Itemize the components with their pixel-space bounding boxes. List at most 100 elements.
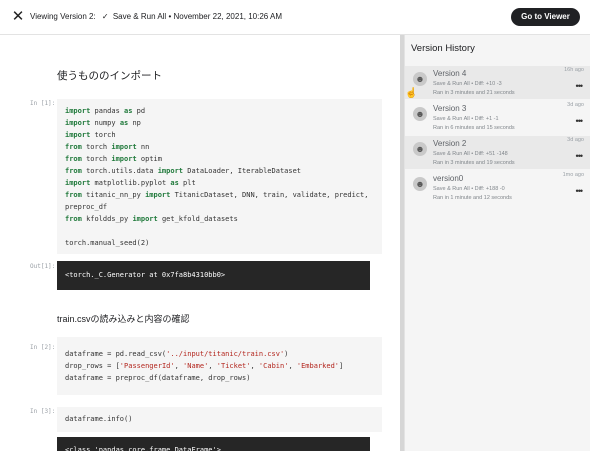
code-text: dataframe = preproc_df(dataframe, drop_r… [65, 374, 251, 382]
output-cell-1: <torch._C.Generator at 0x7fa8b4310bb0> [57, 261, 370, 290]
code-keyword: import [65, 107, 91, 115]
code-keyword: import [65, 131, 91, 139]
code-keyword: as [119, 119, 129, 127]
version-age: 16h ago [564, 67, 584, 73]
version-name: Version 2 [433, 139, 467, 148]
user-avatar-icon: ☻ [413, 72, 427, 86]
code-text: , [208, 362, 217, 370]
code-line: from torch import nn [65, 141, 374, 153]
code-keyword: as [170, 179, 179, 187]
code-keyword: from [65, 143, 82, 151]
code-text: torch [81, 155, 112, 163]
code-string: 'PassengerId' [119, 362, 175, 370]
code-text: plt [178, 179, 196, 187]
code-line: import numpy as np [65, 117, 374, 129]
code-text: pandas [90, 107, 125, 115]
code-keyword: import [132, 215, 158, 223]
notebook-panel: 使うもののインポート In [1]: import pandas as pd im… [0, 35, 400, 451]
code-keyword: import [145, 191, 171, 199]
version-item[interactable]: ☻ Version 4 Save & Run All • Diff: +10 -3 R… [405, 66, 590, 99]
more-horizontal-icon[interactable]: ••• [576, 116, 584, 126]
code-text: DataLoader, IterableDataset [183, 167, 302, 175]
check-icon: ✓ [101, 12, 109, 21]
code-text: preproc_df [65, 203, 108, 211]
code-text: torch [81, 143, 112, 151]
cell-prompt-in-1: In [1]: [30, 100, 56, 107]
code-text: np [128, 119, 141, 127]
code-line: from titanic_nn_py import TitanicDataset… [65, 189, 374, 201]
cell-prompt-in-2: In [2]: [30, 344, 56, 351]
output-cell-3: <class 'pandas.core.frame.DataFrame'> [57, 437, 370, 451]
markdown-heading-imports: 使うもののインポート [57, 70, 162, 82]
version-title: Viewing Version 2: ✓ Save & Run All • No… [30, 12, 282, 21]
code-text: , [250, 362, 259, 370]
code-text: optim [136, 155, 162, 163]
code-text: pd [132, 107, 146, 115]
code-string: 'Cabin' [258, 362, 289, 370]
code-keyword: from [65, 167, 82, 175]
code-text: matplotlib.pyplot [90, 179, 171, 187]
code-text: torch.manual_seed(2) [65, 239, 150, 247]
code-string: 'Ticket' [216, 362, 251, 370]
code-text: nn [136, 143, 150, 151]
user-avatar-icon: ☻ [413, 142, 427, 156]
close-icon[interactable]: ✕ [10, 9, 26, 25]
code-text: TitanicDataset, DNN, train, validate, pr… [170, 191, 369, 199]
version-meta: Save & Run All • Diff: +10 -3 [433, 81, 502, 87]
version-item[interactable]: ☻ Version 2 Save & Run All • Diff: +51 -14… [405, 136, 590, 169]
more-horizontal-icon[interactable]: ••• [576, 81, 584, 91]
version-run-time: Ran in 3 minutes and 21 seconds [433, 90, 515, 96]
more-horizontal-icon[interactable]: ••• [576, 186, 584, 196]
go-to-viewer-button[interactable]: Go to Viewer [511, 8, 580, 26]
code-line: import torch [65, 129, 374, 141]
code-text: , [174, 362, 184, 370]
code-cell-1[interactable]: import pandas as pd import numpy as np imp… [57, 99, 382, 254]
code-string: 'Embarked' [296, 362, 340, 370]
code-text: dataframe = pd.read_csv( [65, 350, 167, 358]
mouse-pointer-icon: ☝ [405, 88, 418, 99]
code-keyword: import [65, 179, 91, 187]
code-text: dataframe.info() [65, 415, 133, 423]
code-line: import pandas as pd [65, 105, 374, 117]
top-bar: ✕ Viewing Version 2: ✓ Save & Run All • … [0, 0, 590, 35]
code-string: '../input/titanic/train.csv' [166, 350, 285, 358]
code-text: numpy [90, 119, 120, 127]
code-keyword: from [65, 215, 82, 223]
code-text: , [288, 362, 297, 370]
code-line: dataframe.info() [65, 413, 374, 425]
code-string: 'Name' [183, 362, 209, 370]
version-run-time: Ran in 3 minutes and 19 seconds [433, 160, 515, 166]
version-description: Save & Run All [112, 12, 167, 21]
code-line: import matplotlib.pyplot as plt [65, 177, 374, 189]
code-text: kfoldds_py [81, 215, 133, 223]
code-text: torch.utils.data [81, 167, 158, 175]
code-line: from kfoldds_py import get_kfold_dataset… [65, 213, 374, 225]
code-keyword: import [65, 119, 91, 127]
separator: • [168, 12, 172, 21]
more-horizontal-icon[interactable]: ••• [576, 151, 584, 161]
version-item[interactable]: ☻ Version 3 Save & Run All • Diff: +1 -1 Ra… [405, 101, 590, 134]
version-datetime: November 22, 2021, 10:26 AM [173, 12, 283, 21]
version-run-time: Ran in 6 minutes and 15 seconds [433, 125, 515, 131]
code-cell-3[interactable]: dataframe.info() [57, 407, 382, 432]
cell-prompt-in-3: In [3]: [30, 408, 56, 415]
code-keyword: import [111, 155, 137, 163]
code-line: dataframe = pd.read_csv('../input/titani… [65, 348, 374, 360]
version-age: 3d ago [567, 137, 584, 143]
markdown-heading-train-csv: train.csvの読み込みと内容の確認 [57, 314, 190, 324]
version-history-title: Version History [411, 43, 475, 54]
code-line: dataframe = preproc_df(dataframe, drop_r… [65, 372, 374, 384]
version-history-panel: Version History ☻ Version 4 Save & Run All… [404, 35, 590, 451]
code-text: titanic_nn_py [81, 191, 146, 199]
code-line: from torch import optim [65, 153, 374, 165]
version-name: Version 3 [433, 104, 467, 113]
code-text: ) [284, 350, 289, 358]
version-run-time: Ran in 1 minute and 12 seconds [433, 195, 512, 201]
code-text: drop_rows = [ [65, 362, 120, 370]
code-cell-2[interactable]: dataframe = pd.read_csv('../input/titani… [57, 337, 382, 395]
code-line: torch.manual_seed(2) [65, 237, 374, 249]
version-item[interactable]: ☻ version0 Save & Run All • Diff: +188 -0 R… [405, 171, 590, 204]
viewing-label: Viewing Version 2: [30, 12, 96, 21]
code-text: ] [339, 362, 344, 370]
code-keyword: from [65, 191, 82, 199]
